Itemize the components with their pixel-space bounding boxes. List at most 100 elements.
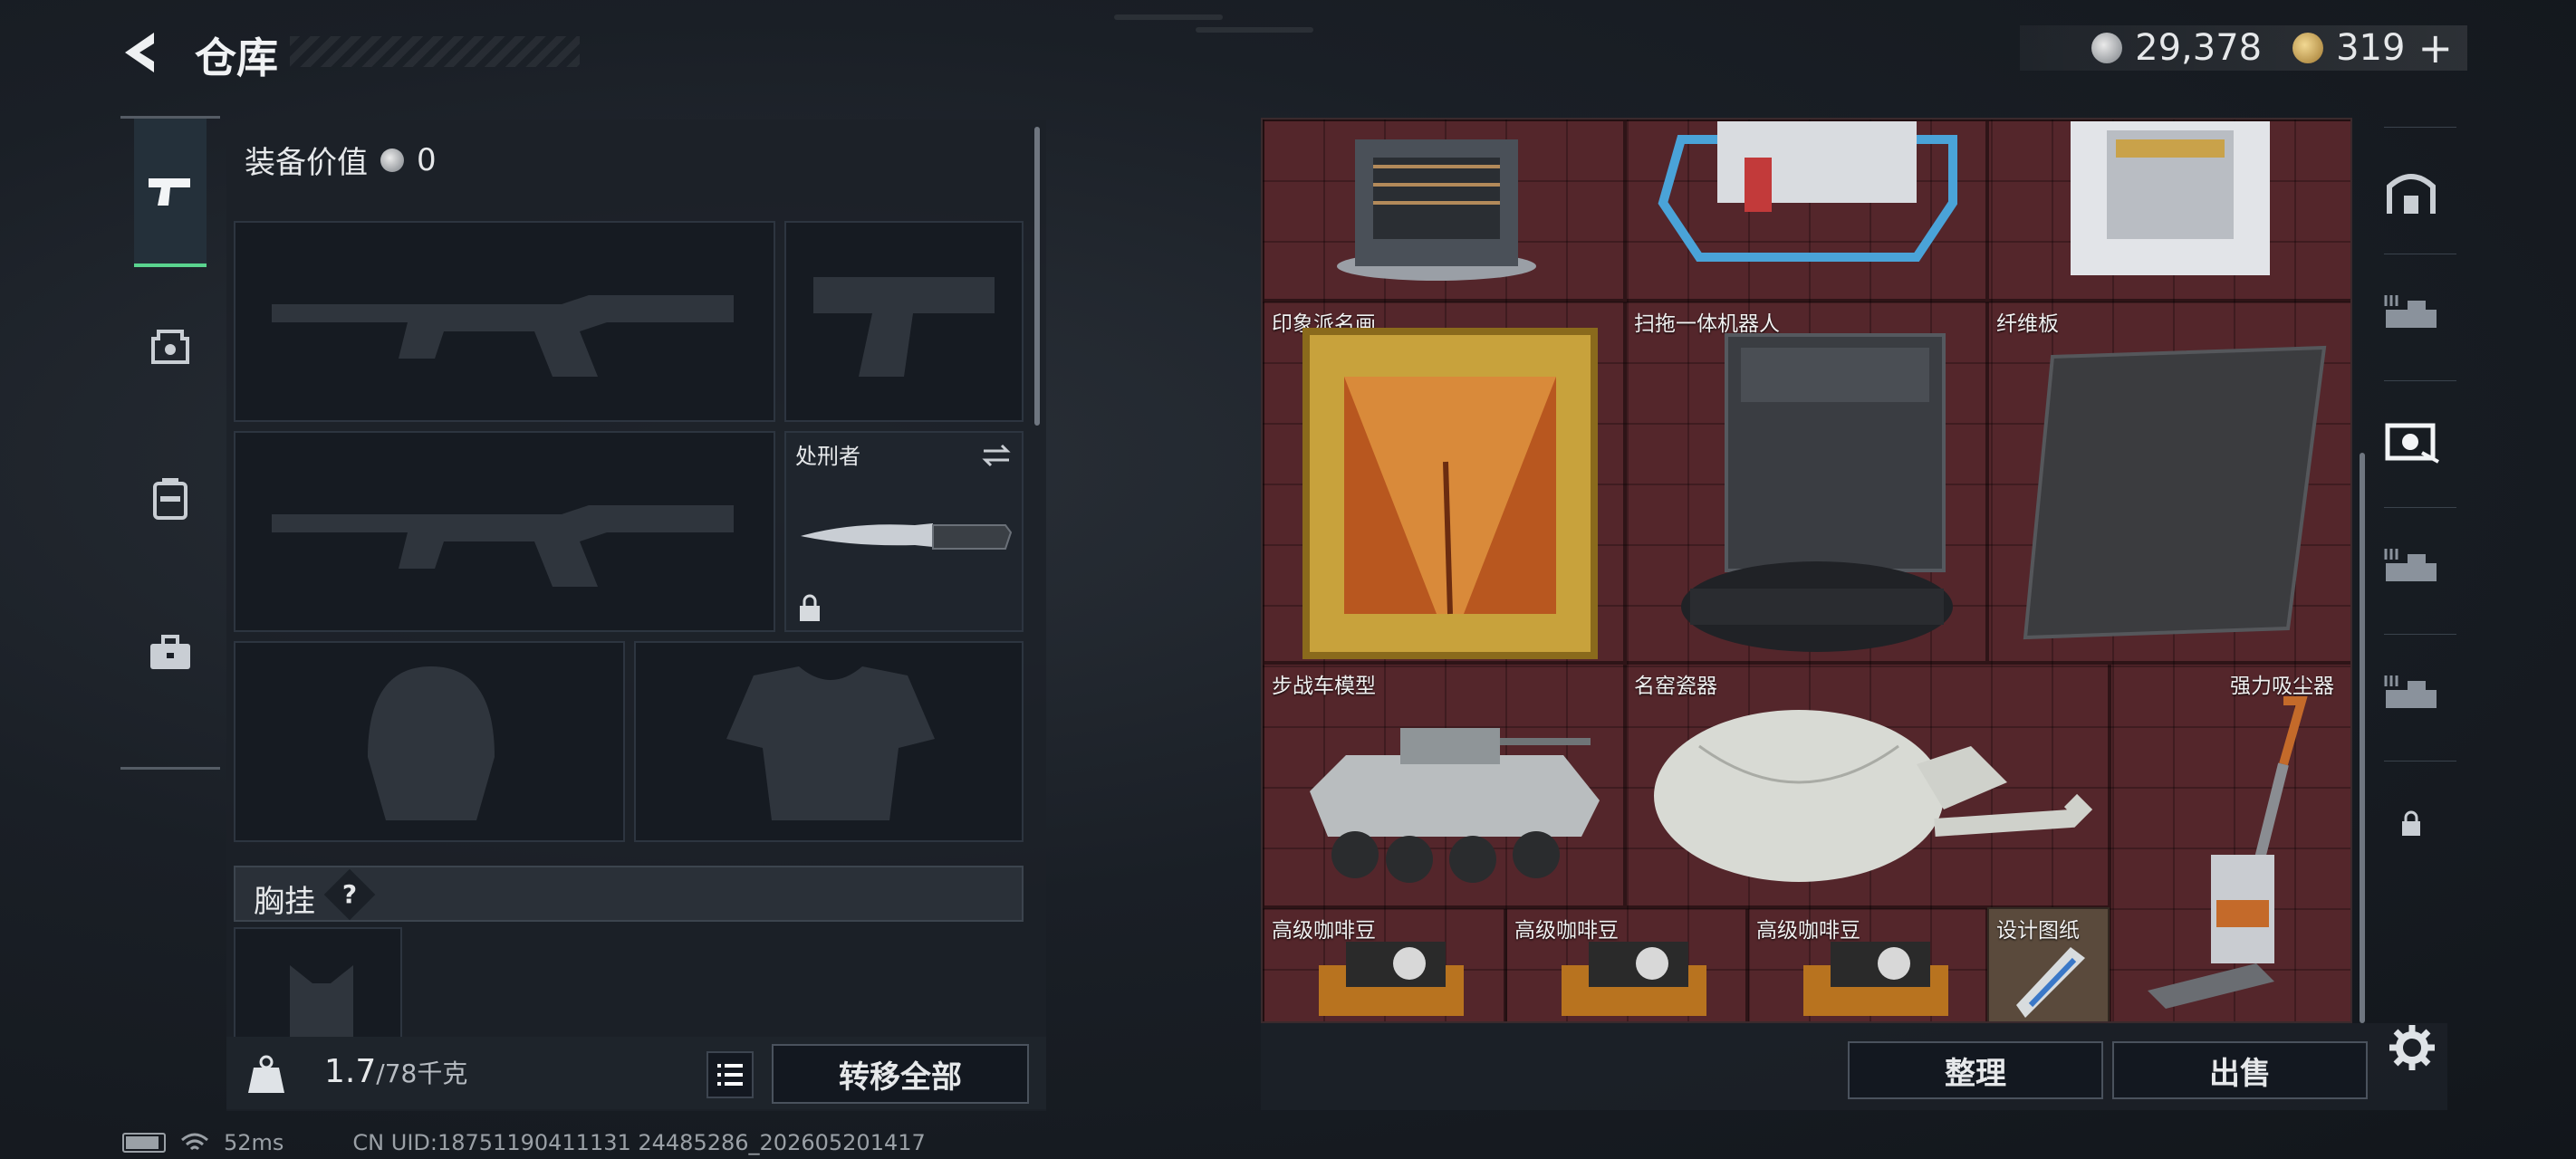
equipment-value: 装备价值 0 (245, 138, 437, 182)
stash-item[interactable] (1987, 120, 2350, 301)
silver-amount: 29,378 (2135, 27, 2263, 69)
stash-item[interactable]: 强力吸尘器 (2110, 663, 2350, 1021)
collectibles-icon (2385, 423, 2439, 464)
add-gold-button[interactable]: + (2417, 24, 2453, 72)
equipment-panel: 装备价值 0 处刑者 胸挂 ? (226, 120, 1046, 1111)
pistol-icon (149, 178, 190, 206)
stash-tab-page-1[interactable] (2382, 286, 2440, 340)
background-streak (1114, 14, 1223, 20)
currency-bar: 29,378 319 + (2020, 24, 2467, 72)
tab-toolbox[interactable] (134, 580, 207, 725)
swap-icon[interactable] (980, 442, 1013, 469)
stash-tab-page-3[interactable] (2382, 540, 2440, 594)
stash-item[interactable]: 纤维板 (1987, 301, 2350, 663)
status-bar: 52ms CN UID:18751190411131 24485286_2026… (122, 1130, 926, 1155)
equipment-scrollbar[interactable] (1034, 127, 1040, 426)
knife-name: 处刑者 (795, 444, 860, 469)
page-title: 仓库 (195, 34, 278, 82)
stash-item[interactable]: 步战车模型 (1263, 663, 1625, 907)
stash-item[interactable]: 印象派名画 (1263, 301, 1625, 663)
silver-coin-icon (380, 148, 404, 172)
gold-coin-icon (2292, 33, 2324, 63)
secondary-weapon-slot[interactable] (234, 431, 775, 632)
tab-armor[interactable] (134, 273, 207, 417)
chest-rig-slot[interactable] (234, 927, 402, 1054)
item-label: 纤维板 (1996, 312, 2059, 336)
stash-tab-page-4[interactable] (2382, 666, 2440, 721)
list-icon (717, 1064, 743, 1086)
porcelain-vase-icon (1654, 710, 2093, 882)
item-label: 步战车模型 (1272, 675, 1376, 698)
rail-separator (2384, 634, 2456, 635)
stash-item[interactable]: 扫拖一体机器人 (1625, 301, 1987, 663)
toolbox-icon (150, 635, 190, 669)
category-rail (120, 116, 220, 770)
pistol-silhouette-icon (813, 277, 995, 377)
sort-button[interactable]: 整理 (1848, 1041, 2103, 1099)
item-label: 设计图纸 (1996, 919, 2080, 943)
stash-item[interactable]: 设计图纸 (1987, 907, 2110, 1021)
gold-amount: 319 (2336, 27, 2406, 69)
armor-silhouette-icon (726, 666, 935, 820)
body-armor-slot[interactable] (634, 641, 1024, 842)
help-button[interactable]: ? (323, 868, 376, 921)
transfer-all-button[interactable]: 转移全部 (772, 1044, 1029, 1104)
tab-weapons[interactable] (134, 119, 207, 267)
pistol-slot[interactable] (784, 221, 1024, 422)
stash-page-icon (2384, 549, 2437, 581)
rail-separator (2384, 380, 2456, 381)
rifle-silhouette-icon (272, 505, 734, 587)
stash-grid: 印象派名画 扫拖一体机器人 纤维板 步战车模型 名窑瓷器 强力吸尘器 高级咖啡豆… (1261, 118, 2352, 1023)
lock-icon (800, 594, 820, 621)
stash-tab-active[interactable] (2382, 413, 2440, 467)
title-decoration (290, 36, 580, 67)
fiberboard-icon (2023, 345, 2327, 640)
sell-button[interactable]: 出售 (2112, 1041, 2368, 1099)
helmet-silhouette-icon (368, 666, 495, 820)
chest-rig-label: 胸挂 (254, 884, 315, 920)
rifle-silhouette-icon (272, 295, 734, 377)
list-view-button[interactable] (706, 1051, 754, 1098)
equipment-value-amount: 0 (417, 141, 437, 178)
coffee-beans-icon (1319, 942, 1464, 1016)
weight-icon (248, 1055, 284, 1093)
stash-item[interactable]: 高级咖啡豆 (1747, 907, 1987, 1021)
equipment-value-label: 装备价值 (245, 145, 368, 181)
rail-separator (2384, 507, 2456, 508)
coffee-beans-icon (1562, 942, 1706, 1016)
ifv-model-icon (1310, 728, 1600, 883)
max-weight: /78千克 (376, 1058, 468, 1088)
stash-item[interactable]: 高级咖啡豆 (1505, 907, 1747, 1021)
current-weight: 1.7 (324, 1053, 377, 1090)
stash-item[interactable]: 高级咖啡豆 (1263, 907, 1505, 1021)
stash-tab-rail (2366, 127, 2456, 1032)
tab-backpack[interactable] (134, 426, 207, 571)
server-machine-icon (1337, 139, 1536, 281)
helmet-slot[interactable] (234, 641, 625, 842)
stash-item[interactable] (1625, 120, 1987, 301)
stash-actions: 整理 出售 (1261, 1023, 2447, 1110)
stash-scrollbar[interactable] (2360, 453, 2365, 1023)
stash-tab-safehouse[interactable] (2382, 163, 2440, 217)
chest-rig-header: 胸挂 ? (234, 866, 1024, 922)
stash-item[interactable]: 名窑瓷器 (1625, 663, 2110, 907)
background-streak (1196, 27, 1313, 33)
machine-icon (1658, 121, 1957, 262)
battery-icon (122, 1133, 166, 1153)
blueprint-icon (2016, 947, 2085, 1018)
back-arrow-icon[interactable] (118, 27, 163, 78)
stash-tab-locked[interactable] (2382, 797, 2440, 851)
primary-weapon-slot[interactable] (234, 221, 775, 422)
weight-text: 1.7/78千克 (324, 1053, 467, 1090)
settings-gear-icon[interactable] (2388, 1023, 2437, 1072)
wifi-icon (181, 1133, 208, 1151)
painting-icon (1302, 328, 1598, 659)
lock-icon (2402, 810, 2420, 836)
backpack-icon (153, 478, 187, 520)
ping: 52ms (224, 1130, 284, 1155)
melee-slot[interactable]: 处刑者 (784, 431, 1024, 632)
vacuum-cleaner-icon (2148, 696, 2308, 1009)
stash-page-icon (2384, 295, 2437, 328)
stash-item[interactable] (1263, 120, 1625, 301)
silver-coin-icon (2091, 33, 2123, 63)
